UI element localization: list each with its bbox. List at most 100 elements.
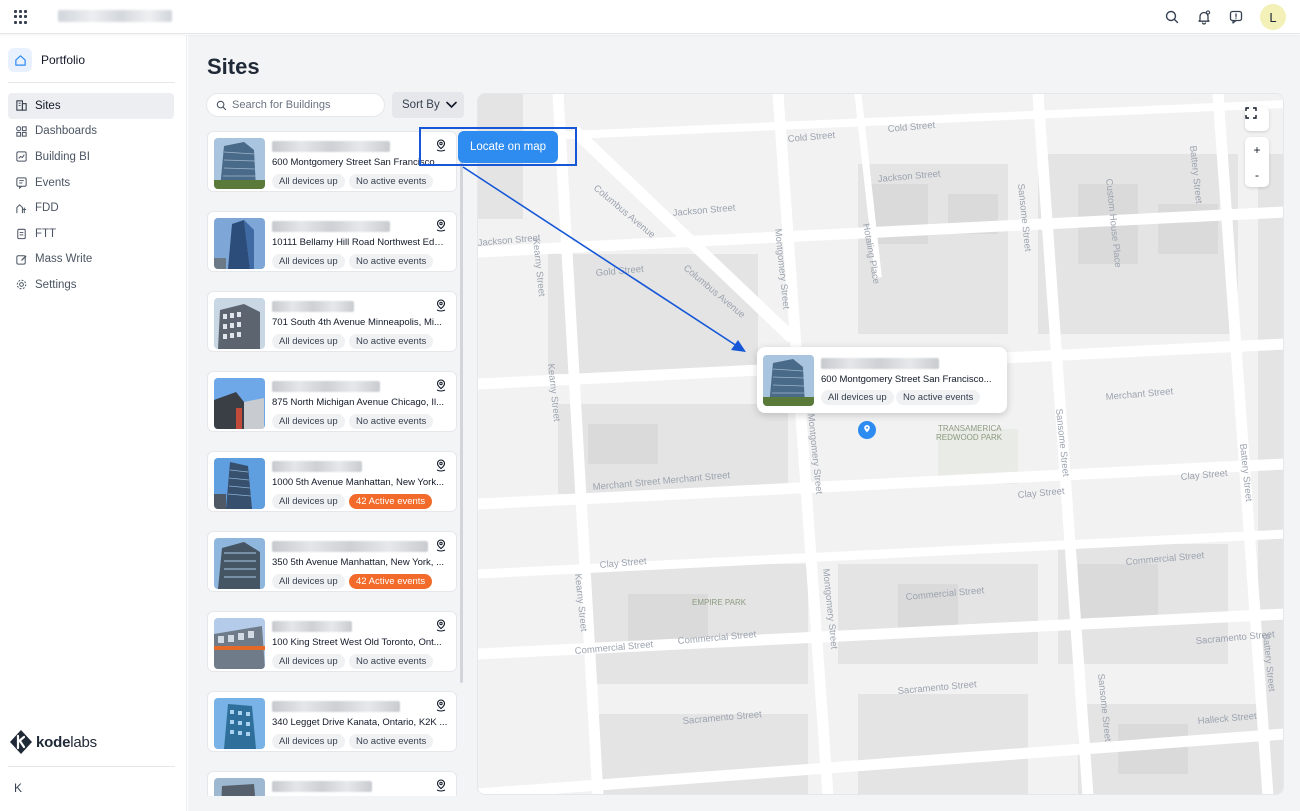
sidebar-item-dashboards[interactable]: Dashboards	[8, 119, 174, 145]
events-badge: No active events	[349, 254, 434, 269]
device-status-badge: All devices up	[272, 334, 345, 349]
site-name-redacted	[821, 358, 939, 369]
sidebar-divider	[8, 82, 175, 83]
fdd-icon	[16, 203, 27, 213]
gear-icon	[16, 280, 27, 290]
site-address: 1000 5th Avenue Manhattan, New York...	[272, 477, 445, 488]
portfolio-label: Portfolio	[41, 53, 86, 67]
device-status-badge: All devices up	[272, 414, 345, 429]
locate-pin-icon[interactable]	[435, 619, 447, 632]
device-status-badge: All devices up	[272, 654, 345, 669]
site-card[interactable]: 1000 5th Avenue Manhattan, New York... A…	[207, 451, 457, 512]
site-name-redacted	[272, 541, 428, 552]
locate-pin-icon[interactable]	[435, 779, 447, 792]
sidebar-item-fdd[interactable]: FDD	[8, 195, 174, 221]
sidebar-item-events[interactable]: Events	[8, 170, 174, 196]
site-address: 350 5th Avenue Manhattan, New York, ...	[272, 557, 445, 568]
locate-pin-icon[interactable]	[435, 699, 447, 712]
collapse-sidebar-button[interactable]: K	[14, 781, 22, 795]
avatar[interactable]: L	[1260, 4, 1286, 30]
site-card[interactable]: 701 South 4th Avenue Minneapolis, Mi... …	[207, 291, 457, 352]
kodelabs-mark-icon	[10, 730, 32, 754]
site-card[interactable]: 350 5th Avenue Manhattan, New York, ... …	[207, 531, 457, 592]
sidebar-item-settings[interactable]: Settings	[8, 272, 174, 298]
site-card[interactable]	[207, 771, 457, 796]
portfolio-switcher[interactable]: Portfolio	[8, 47, 85, 73]
building-thumbnail	[763, 355, 814, 406]
zoom-in-button[interactable]: +	[1253, 137, 1260, 162]
sidebar-item-label: Events	[35, 176, 71, 189]
site-name-redacted	[272, 701, 400, 712]
site-name-redacted	[272, 141, 390, 152]
sidebar-item-sites[interactable]: Sites	[8, 93, 174, 119]
page-title: Sites	[207, 54, 260, 79]
sidebar-item-mass-write[interactable]: Mass Write	[8, 247, 174, 273]
sidebar-item-label: Settings	[35, 278, 77, 291]
locate-pin-icon[interactable]	[435, 539, 447, 552]
sort-by-button[interactable]: Sort By	[392, 92, 464, 118]
events-badge: No active events	[896, 390, 981, 405]
events-badge: No active events	[349, 414, 434, 429]
site-card[interactable]: 875 North Michigan Avenue Chicago, Il...…	[207, 371, 457, 432]
locate-pin-icon[interactable]	[435, 139, 447, 152]
sidebar-nav: Sites Dashboards Building BI Events FDD …	[8, 93, 174, 298]
search-box[interactable]	[206, 93, 385, 117]
site-name-redacted	[272, 221, 390, 232]
site-card[interactable]: 340 Legget Drive Kanata, Ontario, K2K ..…	[207, 691, 457, 752]
map-site-popup[interactable]: 600 Montgomery Street San Francisco... A…	[757, 347, 1007, 413]
locate-pin-icon[interactable]	[435, 299, 447, 312]
device-status-badge: All devices up	[272, 574, 345, 589]
bell-icon[interactable]	[1196, 9, 1212, 25]
building-icon	[16, 100, 27, 111]
sidebar-item-ftt[interactable]: FTT	[8, 221, 174, 247]
site-card[interactable]: 10111 Bellamy Hill Road Northwest Edm...…	[207, 211, 457, 272]
events-icon	[16, 177, 27, 190]
sidebar-item-building-bi[interactable]: Building BI	[8, 144, 174, 170]
site-list-scrollbar[interactable]	[460, 139, 463, 683]
apps-grid-icon[interactable]	[14, 10, 28, 24]
map-location-marker[interactable]	[858, 421, 876, 439]
events-badge: 42 Active events	[349, 494, 433, 509]
fullscreen-button[interactable]	[1245, 107, 1269, 131]
dashboard-icon	[16, 126, 27, 137]
building-thumbnail	[214, 538, 265, 589]
sidebar-item-label: Dashboards	[35, 125, 98, 138]
map-label-empire-park: EMPIRE PARK	[692, 598, 747, 607]
locate-pin-icon[interactable]	[435, 379, 447, 392]
search-icon[interactable]	[1164, 9, 1180, 25]
edit-icon	[16, 255, 27, 265]
search-input[interactable]	[232, 99, 372, 111]
locate-on-map-tooltip: Locate on map	[458, 131, 558, 163]
site-list: 600 Montgomery Street San Francisco... A…	[207, 131, 457, 796]
device-status-badge: All devices up	[272, 254, 345, 269]
home-icon	[8, 48, 32, 72]
site-address: 340 Legget Drive Kanata, Ontario, K2K ..…	[272, 717, 448, 728]
site-card[interactable]: 600 Montgomery Street San Francisco... A…	[207, 131, 457, 192]
zoom-out-button[interactable]: -	[1255, 162, 1259, 187]
sidebar-item-label: FTT	[35, 227, 57, 240]
events-badge: 42 Active events	[349, 574, 433, 589]
brand-bold: kode	[36, 733, 71, 751]
building-thumbnail	[214, 138, 265, 189]
device-status-badge: All devices up	[272, 734, 345, 749]
sidebar: Portfolio Sites Dashboards Building BI E…	[0, 35, 187, 811]
site-name-redacted	[272, 381, 380, 392]
map-label-transamerica: TRANSAMERICA	[938, 424, 1002, 433]
events-badge: No active events	[349, 334, 434, 349]
map-label-redwood-park: REDWOOD PARK	[936, 433, 1003, 442]
building-thumbnail	[214, 778, 265, 796]
map-view[interactable]: Cold Street Cold Street Jackson Street J…	[477, 93, 1284, 795]
events-badge: No active events	[349, 654, 434, 669]
sidebar-item-label: Building BI	[35, 150, 90, 163]
main-content: Sites Sort By 600 Montgomery Street San …	[188, 35, 1300, 811]
site-name-redacted	[272, 301, 354, 312]
site-address: 875 North Michigan Avenue Chicago, Il...	[272, 397, 444, 408]
chat-icon[interactable]	[1228, 9, 1244, 25]
building-thumbnail	[214, 618, 265, 669]
building-thumbnail	[214, 218, 265, 269]
locate-pin-icon[interactable]	[435, 219, 447, 232]
locate-pin-icon[interactable]	[435, 459, 447, 472]
site-name-redacted	[272, 781, 372, 792]
site-card[interactable]: 100 King Street West Old Toronto, Ont...…	[207, 611, 457, 672]
chart-icon	[16, 151, 27, 163]
